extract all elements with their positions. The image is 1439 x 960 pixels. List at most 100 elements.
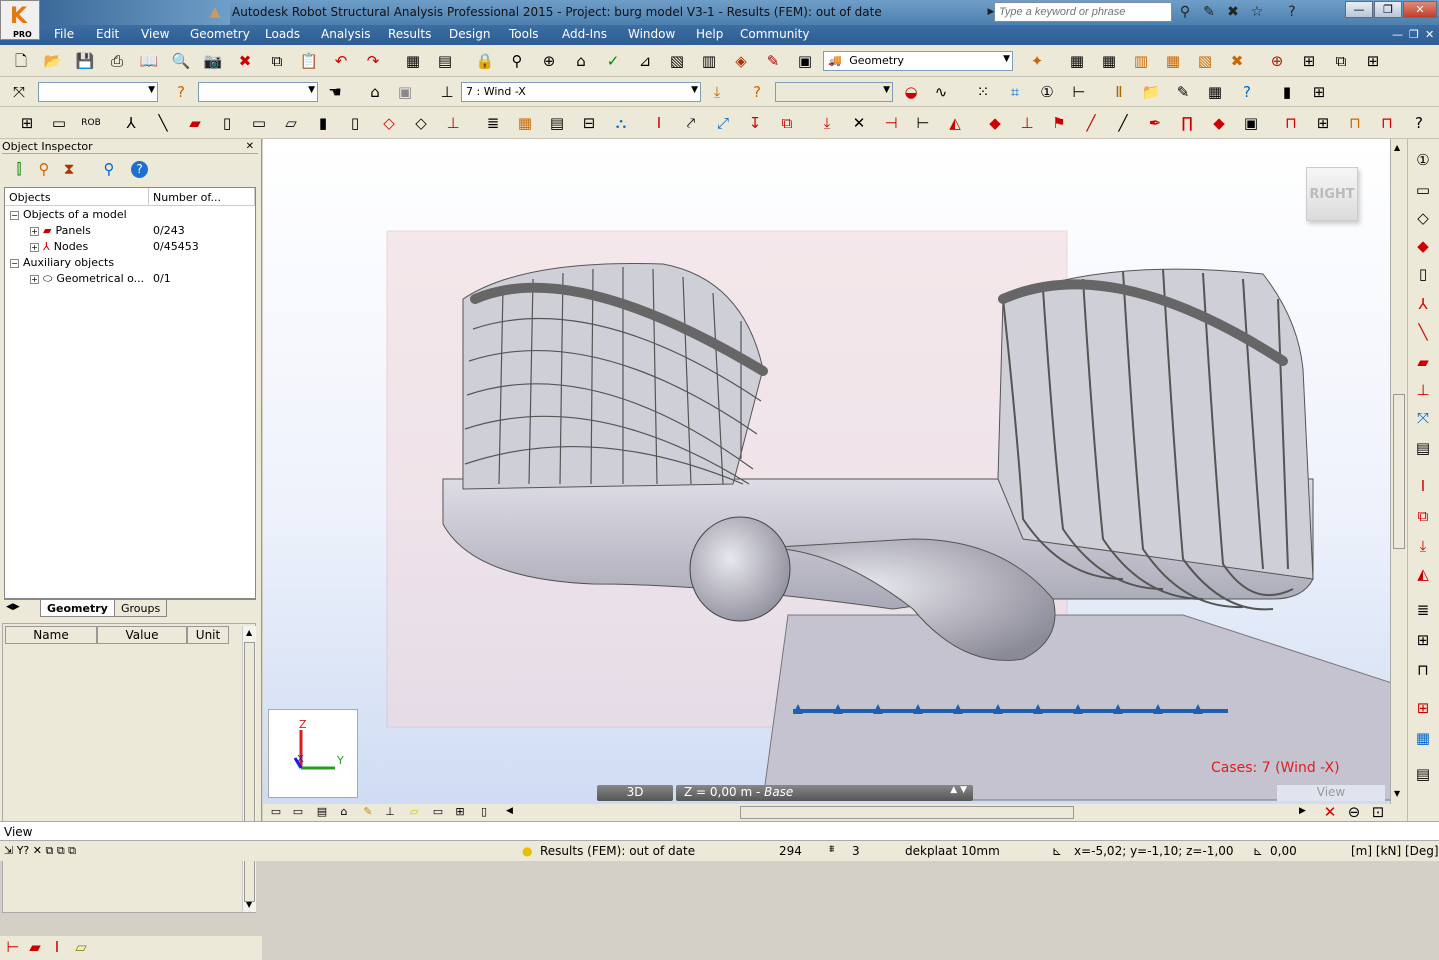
portal-icon[interactable]: ∏ — [1176, 112, 1198, 134]
columns-icon[interactable]: ⫿ — [8, 158, 30, 180]
rob-icon[interactable]: ROB — [80, 112, 102, 134]
layers-icon[interactable]: ▥ — [698, 50, 720, 72]
table-edit-icon[interactable]: ▤ — [1412, 763, 1434, 785]
hscroll-left-icon[interactable]: ◀ — [506, 806, 513, 816]
beam-icon[interactable]: ▭ — [248, 112, 270, 134]
tree-toggle[interactable]: − — [10, 210, 19, 220]
query-wand-icon[interactable]: ? — [1408, 112, 1430, 134]
truss-view-icon[interactable]: ⊓ — [1412, 659, 1434, 681]
tab-geometry[interactable]: Geometry — [40, 600, 115, 617]
scroll-down-icon[interactable]: ▼ — [246, 900, 252, 909]
wrench-icon[interactable]: ✎ — [1200, 3, 1218, 21]
column-icon[interactable]: ▯ — [216, 112, 238, 134]
flag-icon[interactable]: ⚑ — [1048, 112, 1070, 134]
layers-view-icon[interactable]: ▤ — [1412, 437, 1434, 459]
filter-combo[interactable]: ▼ — [198, 82, 318, 102]
command-line[interactable]: View — [0, 821, 1439, 841]
folder-icon[interactable]: 📁 — [1140, 81, 1162, 103]
structure-model-icon[interactable]: ⌂ — [570, 50, 592, 72]
dimension-icon[interactable]: ⊢ — [1068, 81, 1090, 103]
viewport-vscroll[interactable]: ▲ ▼ — [1390, 139, 1407, 804]
menu-file[interactable]: File — [54, 27, 74, 41]
mdi-restore-icon[interactable]: ❐ — [1409, 28, 1419, 41]
view-mode-6-icon[interactable]: ⊥ — [379, 801, 401, 823]
menu-design[interactable]: Design — [449, 27, 490, 41]
star-icon[interactable]: ☆ — [1248, 3, 1266, 21]
panel-icon[interactable]: ◇ — [378, 112, 400, 134]
bar-view-icon[interactable]: ╲ — [1412, 321, 1434, 343]
node-load-icon[interactable]: ⊢ — [912, 112, 934, 134]
mode-combo[interactable]: ▼ — [775, 82, 893, 102]
binoculars-icon[interactable]: ⚲ — [1176, 3, 1194, 21]
menu-geometry[interactable]: Geometry — [190, 27, 250, 41]
frame-icon[interactable]: ⊞ — [1298, 50, 1320, 72]
level-arrows-icon[interactable]: ▲ ▼ — [950, 785, 967, 795]
panel-view-icon[interactable]: ◭ — [1412, 563, 1434, 585]
copy-icon[interactable]: ⧉ — [266, 50, 288, 72]
filter-icon[interactable]: ⚲ — [33, 158, 55, 180]
column-header-number[interactable]: Number of... — [149, 188, 255, 206]
tree-row-geometrical[interactable]: + ⬭ Geometrical o... — [30, 272, 144, 286]
status-section[interactable]: dekplaat 10mm — [905, 844, 1000, 858]
structural-grid-icon[interactable]: ⌗ — [1004, 81, 1026, 103]
support-icon[interactable]: ⊥ — [442, 112, 464, 134]
hourglass-icon[interactable]: ⧗ — [58, 158, 80, 180]
planar-load-icon[interactable]: ⊥ — [1016, 112, 1038, 134]
tools-cross-icon[interactable]: ✖ — [1224, 3, 1242, 21]
camera-icon[interactable]: 📷 — [202, 50, 224, 72]
wand-icon[interactable]: ✦ — [1026, 50, 1048, 72]
wave-icon[interactable]: ∿ — [930, 81, 952, 103]
load-view-icon[interactable]: ⤓ — [1412, 535, 1434, 557]
tree-row-auxiliary[interactable]: − Auxiliary objects — [10, 256, 114, 269]
bars-icon[interactable]: ▥ — [1130, 50, 1152, 72]
search-icon[interactable]: ⚲ — [98, 158, 120, 180]
table-icon[interactable]: ▤ — [434, 50, 456, 72]
redo-icon[interactable]: ↷ — [362, 50, 384, 72]
cable-icon[interactable]: ⤢ — [712, 112, 734, 134]
close-button[interactable]: ✕ — [1403, 1, 1437, 18]
panel-list-icon[interactable]: ▰ — [24, 936, 46, 958]
layer-tree-icon[interactable]: ⊢ — [2, 936, 24, 958]
shape-icon[interactable]: ▯ — [1412, 263, 1434, 285]
layout-combo[interactable]: 🚚 Geometry ▼ — [823, 51, 1013, 71]
offset-icon[interactable]: ⤤ — [680, 112, 702, 134]
frame-2d-icon[interactable]: ⊞ — [16, 112, 38, 134]
grid-blocks-icon[interactable]: ▤ — [546, 112, 568, 134]
view-mode-8-icon[interactable]: ▭ — [427, 801, 449, 823]
material-list-icon[interactable]: ▱ — [70, 936, 92, 958]
contour-view-icon[interactable]: ◇ — [1412, 207, 1434, 229]
tab-scroll-left-icon[interactable]: ◀▶ — [6, 602, 20, 612]
layout-icon[interactable]: ▣ — [794, 50, 816, 72]
help-icon[interactable]: ? — [131, 161, 148, 178]
tree-toggle[interactable]: + — [30, 274, 39, 284]
column-header-objects[interactable]: Objects — [5, 188, 149, 206]
print-preview-icon[interactable]: 🔍 — [170, 50, 192, 72]
section-list-icon[interactable]: Ⅰ — [46, 936, 68, 958]
cross-members-icon[interactable]: ✖ — [1226, 50, 1248, 72]
chart-bar-icon[interactable]: ▮ — [1276, 81, 1298, 103]
hscroll-thumb[interactable] — [740, 806, 1074, 819]
paste-icon[interactable]: 📋 — [298, 50, 320, 72]
tree-toggle[interactable]: − — [10, 258, 19, 268]
node-numbering-icon[interactable]: ① — [1412, 149, 1434, 171]
wind-icon[interactable]: ◭ — [944, 112, 966, 134]
scroll-up-icon[interactable]: ▲ — [1394, 143, 1400, 152]
copy-view-icon[interactable]: ⧉ — [1412, 505, 1434, 527]
truss2-icon[interactable]: ⊓ — [1344, 112, 1366, 134]
linear-load-icon[interactable]: ╱ — [1080, 112, 1102, 134]
load-case-combo[interactable]: 7 : Wind -X ▼ — [461, 82, 701, 102]
home-view-icon[interactable]: ⌂ — [364, 81, 386, 103]
check-icon[interactable]: ✓ — [602, 50, 624, 72]
select-cursor-icon[interactable]: ⤧ — [8, 81, 30, 103]
prop-header-unit[interactable]: Unit — [187, 626, 229, 644]
solid-icon[interactable]: ▮ — [312, 112, 334, 134]
i-section-icon[interactable]: Ⅰ — [648, 112, 670, 134]
extrude-icon[interactable]: ▯ — [344, 112, 366, 134]
dots-grid-icon[interactable]: ⁙ — [972, 81, 994, 103]
properties-scrollbar[interactable]: ▲ ▼ — [242, 626, 256, 912]
calculator-icon[interactable]: ▦ — [402, 50, 424, 72]
status-units[interactable]: [m] [kN] [Deg] — [1351, 844, 1439, 858]
frame-view-icon[interactable]: ⊞ — [1412, 697, 1434, 719]
sections-icon[interactable]: Ⅱ — [1108, 81, 1130, 103]
load-arrow-icon[interactable]: ↧ — [744, 112, 766, 134]
